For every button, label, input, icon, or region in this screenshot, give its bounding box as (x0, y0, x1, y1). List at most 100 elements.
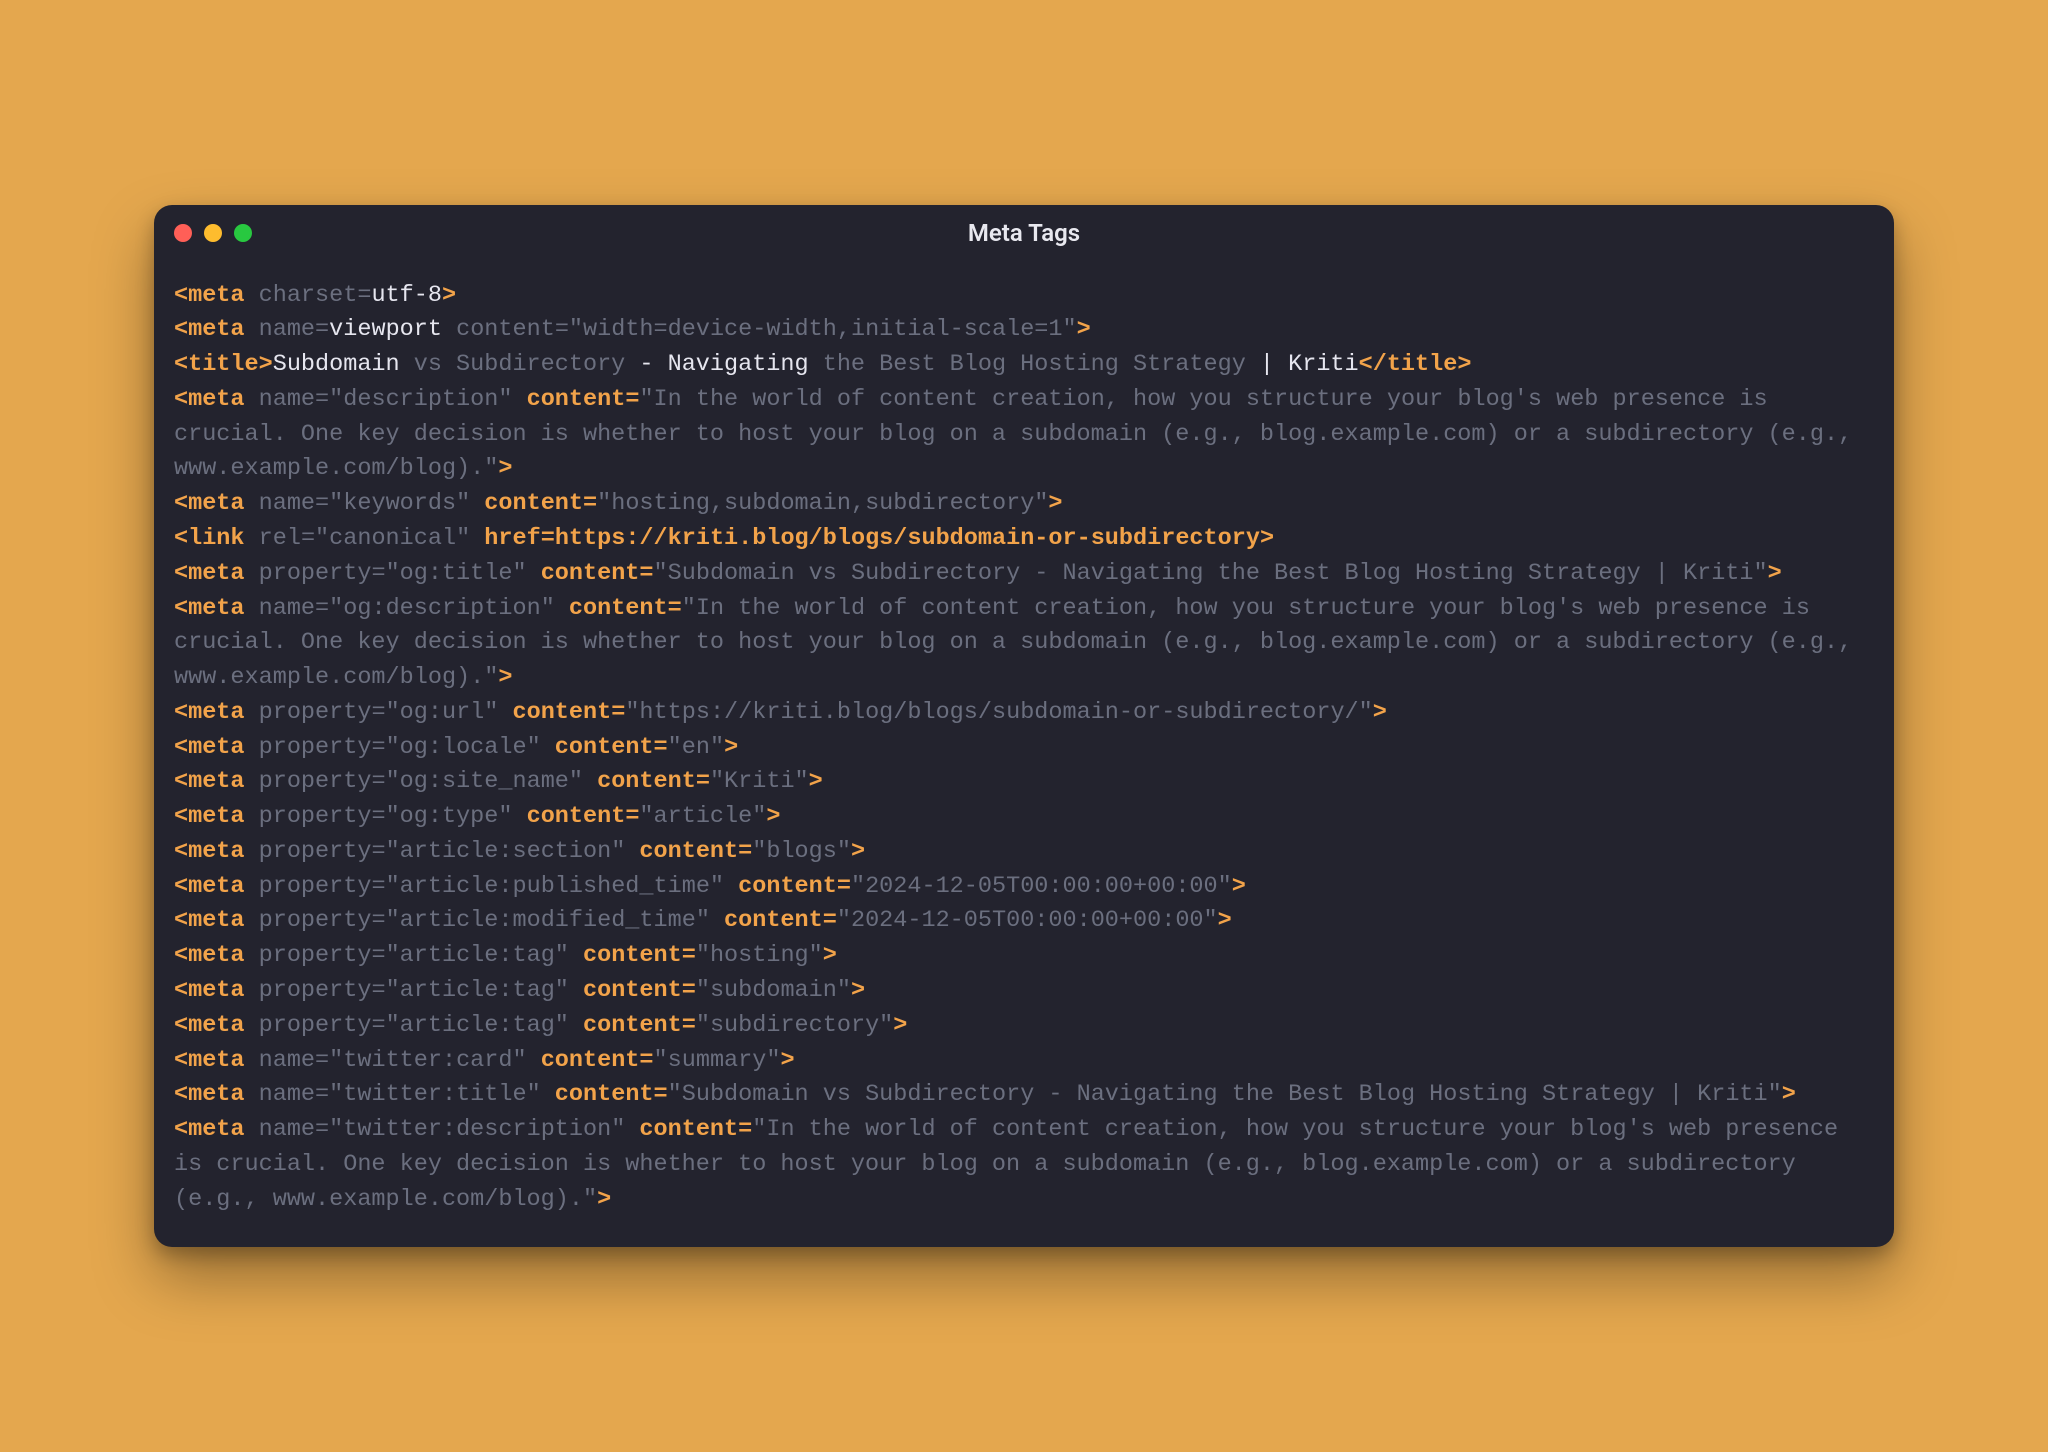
window-title: Meta Tags (154, 219, 1894, 247)
code-token: <meta (174, 1047, 259, 1074)
code-token: "summary" (654, 1047, 781, 1074)
code-token: "hosting" (696, 942, 823, 969)
code-token: = (625, 803, 639, 830)
code-token: "article:tag" (386, 1012, 569, 1039)
code-token: property (259, 768, 372, 795)
code-token: viewport (329, 316, 442, 343)
code-token: href (470, 525, 541, 552)
code-token: <meta (174, 386, 259, 413)
code-token: "twitter:title" (329, 1081, 541, 1108)
code-token: <meta (174, 699, 259, 726)
code-token: content (498, 699, 611, 726)
code-token: "article:tag" (386, 942, 569, 969)
code-token: "og:title" (386, 560, 527, 587)
code-token: "twitter:description" (329, 1116, 625, 1143)
code-token: = (371, 838, 385, 865)
minimize-icon[interactable] (204, 224, 222, 242)
code-token: property (259, 560, 372, 587)
code-token: > (1077, 316, 1091, 343)
code-token: content (541, 1081, 654, 1108)
close-icon[interactable] (174, 224, 192, 242)
code-line: <meta charset=utf-8> (174, 279, 1874, 314)
code-token: name (259, 386, 315, 413)
code-token: "article:section" (386, 838, 626, 865)
code-token: <meta (174, 977, 259, 1004)
code-token: = (696, 768, 710, 795)
code-token: > (498, 455, 512, 482)
code-token: <meta (174, 942, 259, 969)
code-window: Meta Tags <meta charset=utf-8> <meta name… (154, 205, 1894, 1248)
code-token: "twitter:card" (329, 1047, 526, 1074)
code-token: = (315, 1081, 329, 1108)
code-line: <meta property="article:tag" content="ho… (174, 939, 1874, 974)
code-token: Kriti (1288, 351, 1359, 378)
code-token: "article:tag" (386, 977, 569, 1004)
code-token: = (583, 490, 597, 517)
code-token: "og:locale" (386, 734, 541, 761)
code-token: = (541, 525, 555, 552)
code-token: = (371, 942, 385, 969)
code-line: <meta name="twitter:card" content="summa… (174, 1044, 1874, 1079)
code-token: = (371, 873, 385, 900)
code-token: = (837, 873, 851, 900)
code-token: "og:url" (386, 699, 499, 726)
code-token: "https://kriti.blog/blogs/subdomain-or-s… (625, 699, 1372, 726)
code-token: property (259, 803, 372, 830)
code-token: "canonical" (315, 525, 470, 552)
code-token: = (315, 386, 329, 413)
code-token: name (259, 316, 315, 343)
code-token: "Subdomain vs Subdirectory - Navigating … (668, 1081, 1782, 1108)
code-line: <meta name="keywords" content="hosting,s… (174, 487, 1874, 522)
code-token: > (1232, 873, 1246, 900)
code-token: "Kriti" (710, 768, 809, 795)
code-token: = (639, 1047, 653, 1074)
code-token: = (315, 316, 329, 343)
code-line: <meta property="og:title" content="Subdo… (174, 557, 1874, 592)
code-token: "en" (668, 734, 724, 761)
code-token: = (371, 699, 385, 726)
code-line: <meta property="article:modified_time" c… (174, 904, 1874, 939)
code-token: property (259, 942, 372, 969)
code-token: name (259, 1081, 315, 1108)
code-token: = (682, 977, 696, 1004)
code-line: <meta property="og:locale" content="en"> (174, 731, 1874, 766)
code-token: the Best Blog Hosting Strategy (809, 351, 1246, 378)
code-token: "og:type" (386, 803, 513, 830)
code-token: </title> (1359, 351, 1472, 378)
code-token: "article" (639, 803, 766, 830)
code-token: <meta (174, 1116, 259, 1143)
code-token: content (527, 560, 640, 587)
code-token: <meta (174, 803, 259, 830)
code-token: - (625, 351, 667, 378)
zoom-icon[interactable] (234, 224, 252, 242)
code-token: "description" (329, 386, 512, 413)
code-token: content (710, 907, 823, 934)
titlebar: Meta Tags (154, 205, 1894, 261)
code-token: > (780, 1047, 794, 1074)
code-token: <meta (174, 1081, 259, 1108)
code-area: <meta charset=utf-8><meta name=viewport … (154, 261, 1894, 1248)
code-token: = (371, 803, 385, 830)
code-token: <meta (174, 768, 259, 795)
code-token: > (823, 942, 837, 969)
code-token: "subdirectory" (696, 1012, 893, 1039)
code-token: <meta (174, 907, 259, 934)
code-token: content (569, 1012, 682, 1039)
code-line: <meta property="article:section" content… (174, 835, 1874, 870)
code-token: name (259, 1047, 315, 1074)
code-token: property (259, 838, 372, 865)
code-token: > (597, 1186, 611, 1213)
code-token: content (470, 490, 583, 517)
code-token: charset (259, 282, 358, 309)
code-token: = (639, 560, 653, 587)
code-token: = (301, 525, 315, 552)
code-line: <meta property="article:tag" content="su… (174, 974, 1874, 1009)
code-token: = (823, 907, 837, 934)
code-token: = (371, 977, 385, 1004)
code-line: <meta property="og:site_name" content="K… (174, 765, 1874, 800)
code-token: <meta (174, 595, 259, 622)
code-token: > (851, 977, 865, 1004)
code-token: content (512, 803, 625, 830)
code-token: content (569, 942, 682, 969)
code-token: <meta (174, 1012, 259, 1039)
